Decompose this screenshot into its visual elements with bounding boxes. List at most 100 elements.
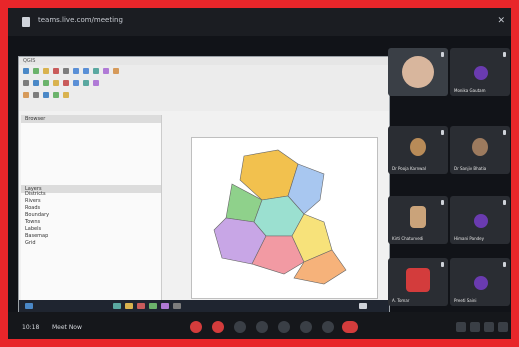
mic-icon xyxy=(441,200,444,205)
label-icon[interactable] xyxy=(93,80,99,86)
system-tray-icon[interactable] xyxy=(359,303,367,309)
qgis-titlebar: QGIS xyxy=(19,57,389,65)
layer-item[interactable]: Labels xyxy=(25,226,145,233)
zoom-out-icon[interactable] xyxy=(83,68,89,74)
participant-tile[interactable]: Monika Gautam xyxy=(450,48,510,96)
redo-icon[interactable] xyxy=(73,80,79,86)
shared-screen: QGIS Browser Layers Districts Rivers Roa… xyxy=(18,56,390,313)
zoom-in-icon[interactable] xyxy=(73,68,79,74)
mic-icon xyxy=(441,262,444,267)
mic-icon xyxy=(503,200,506,205)
rooms-icon[interactable] xyxy=(484,322,494,332)
open-icon[interactable] xyxy=(23,68,29,74)
taskbar-app-icon[interactable] xyxy=(125,303,133,309)
qgis-toolbar xyxy=(19,65,389,111)
map-canvas[interactable] xyxy=(191,137,378,299)
participant-name: Himani Pandey xyxy=(454,236,484,241)
browser-panel-header: Browser xyxy=(21,115,161,123)
avatar xyxy=(474,66,488,80)
toolbar-row-2 xyxy=(23,79,385,89)
print-icon[interactable] xyxy=(33,92,39,98)
taskbar-app-icon[interactable] xyxy=(173,303,181,309)
district-map xyxy=(213,149,347,285)
taskbar-app-icon[interactable] xyxy=(137,303,145,309)
participant-tile[interactable] xyxy=(388,48,448,96)
camera-icon[interactable] xyxy=(212,321,224,333)
participant-name: Preeti Saini xyxy=(454,298,477,303)
mic-icon xyxy=(441,52,444,57)
layer-item[interactable]: Basemap xyxy=(25,233,145,240)
participant-name: Dr Pooja Karnwal xyxy=(392,166,426,171)
participant-video xyxy=(410,138,426,156)
toolbar-row-3 xyxy=(23,91,385,101)
meeting-controls: 10:18 Meet Now xyxy=(8,312,511,339)
participant-tile[interactable]: Himani Pandey xyxy=(450,196,510,244)
participant-tile[interactable]: Dr Pooja Karnwal xyxy=(388,126,448,174)
window-title: teams.live.com/meeting xyxy=(38,16,123,24)
select-icon[interactable] xyxy=(103,68,109,74)
measure-icon[interactable] xyxy=(83,80,89,86)
save-icon[interactable] xyxy=(43,68,49,74)
participant-name: Monika Gautam xyxy=(454,88,486,93)
chat-icon[interactable] xyxy=(456,322,466,332)
view-icon[interactable] xyxy=(300,321,312,333)
layer-item[interactable]: Rivers xyxy=(25,198,145,205)
mic-icon xyxy=(503,262,506,267)
close-icon[interactable]: ✕ xyxy=(497,16,505,26)
participant-tile[interactable]: A. Tomar xyxy=(388,258,448,306)
pan-icon[interactable] xyxy=(93,68,99,74)
mic-icon xyxy=(441,130,444,135)
layer-item[interactable]: Towns xyxy=(25,219,145,226)
participant-name: A. Tomar xyxy=(392,298,410,303)
avatar xyxy=(474,214,488,228)
attribute-icon[interactable] xyxy=(23,92,29,98)
mic-icon xyxy=(503,130,506,135)
os-taskbar xyxy=(19,300,389,312)
style-icon[interactable] xyxy=(53,92,59,98)
new-layer-icon[interactable] xyxy=(33,68,39,74)
layer-item[interactable]: Boundary xyxy=(25,212,145,219)
filter-icon[interactable] xyxy=(63,92,69,98)
participant-video xyxy=(410,206,426,228)
react-icon[interactable] xyxy=(278,321,290,333)
taskbar-app-icon[interactable] xyxy=(161,303,169,309)
layer-icon[interactable] xyxy=(23,80,29,86)
layer-item[interactable]: Districts xyxy=(25,191,145,198)
identify-icon[interactable] xyxy=(113,68,119,74)
settings-icon[interactable] xyxy=(63,68,69,74)
start-icon[interactable] xyxy=(25,303,33,309)
share-icon[interactable] xyxy=(234,321,246,333)
taskbar-app-icon[interactable] xyxy=(149,303,157,309)
taskbar-app-icon[interactable] xyxy=(113,303,121,309)
participant-video xyxy=(406,268,430,292)
meeting-window: teams.live.com/meeting ✕ QGIS Browser La… xyxy=(8,8,511,339)
layer-list: Districts Rivers Roads Boundary Towns La… xyxy=(25,191,145,247)
participant-tile[interactable]: Preeti Saini xyxy=(450,258,510,306)
plugin-icon[interactable] xyxy=(43,92,49,98)
app-icon xyxy=(22,17,30,27)
mic-icon xyxy=(503,52,506,57)
layer-item[interactable]: Grid xyxy=(25,240,145,247)
add-feature-icon[interactable] xyxy=(43,80,49,86)
window-titlebar: teams.live.com/meeting ✕ xyxy=(8,8,511,36)
more-icon[interactable] xyxy=(322,321,334,333)
participant-tile[interactable]: Kirti Chaturvedi xyxy=(388,196,448,244)
mic-icon[interactable] xyxy=(190,321,202,333)
edit-icon[interactable] xyxy=(53,80,59,86)
avatar xyxy=(474,276,488,290)
participant-video xyxy=(472,138,488,156)
apps-icon[interactable] xyxy=(498,322,508,332)
browser-panel-title: Browser xyxy=(25,116,46,122)
qgis-side-panels: Browser Layers Districts Rivers Roads Bo… xyxy=(21,115,162,300)
layer-item[interactable]: Roads xyxy=(25,205,145,212)
table-icon[interactable] xyxy=(33,80,39,86)
leave-icon[interactable] xyxy=(342,321,358,333)
meeting-label: Meet Now xyxy=(52,324,82,331)
people-icon[interactable] xyxy=(470,322,480,332)
undo-icon[interactable] xyxy=(63,80,69,86)
raise-hand-icon[interactable] xyxy=(256,321,268,333)
qgis-title: QGIS xyxy=(23,58,36,64)
participant-name: Dr Sanjiv Bhatia xyxy=(454,166,487,171)
participant-tile[interactable]: Dr Sanjiv Bhatia xyxy=(450,126,510,174)
delete-icon[interactable] xyxy=(53,68,59,74)
